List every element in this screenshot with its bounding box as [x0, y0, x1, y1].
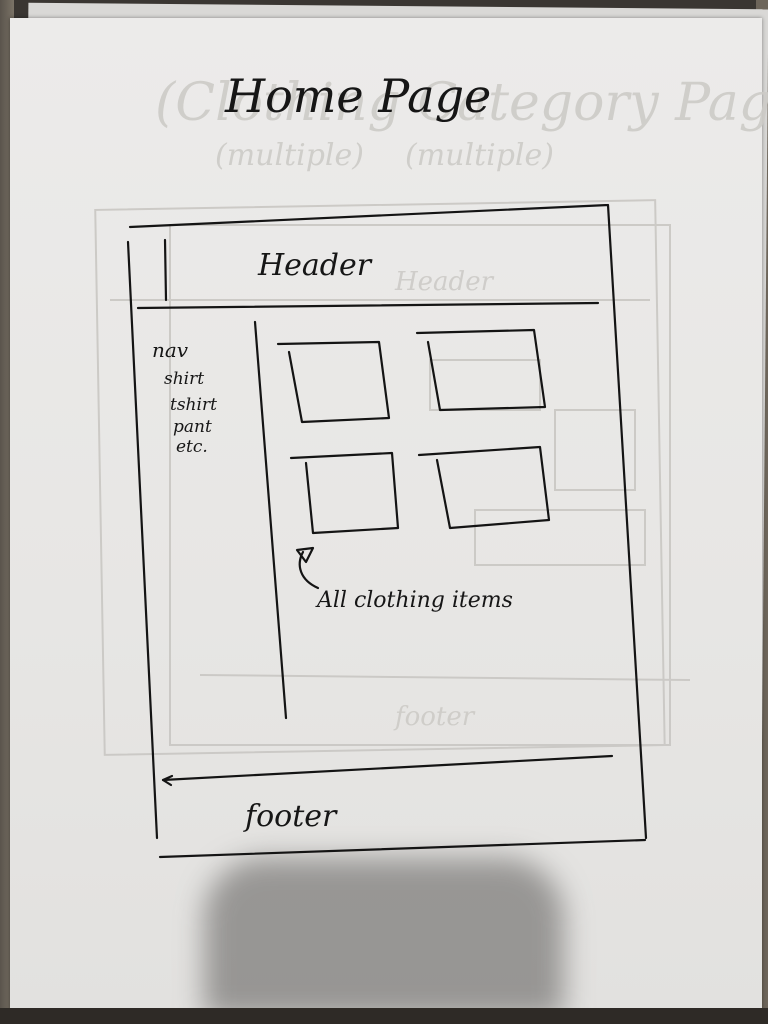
- svg-text:(multiple): (multiple): [215, 138, 364, 173]
- svg-text:Header: Header: [394, 267, 495, 297]
- header-inner-line: [163, 238, 168, 302]
- footer-label: footer: [243, 799, 338, 834]
- wireframe-sketch: (Clothing Category Page) (multiple) (mul…: [94, 69, 768, 859]
- sidebar-nav-list: nav shirt tshirt pant etc.: [152, 338, 217, 457]
- page-title: Home Page: [224, 69, 491, 123]
- product-card-2: [415, 328, 547, 412]
- annotation-arrow: [295, 546, 320, 590]
- product-card-1: [276, 340, 391, 424]
- sidebar-item-etc: etc.: [176, 437, 208, 457]
- sidebar-item-nav: nav: [152, 338, 189, 362]
- product-card-4: [417, 445, 551, 530]
- product-card-3: [289, 451, 400, 535]
- sidebar-divider: [253, 320, 288, 720]
- svg-text:footer: footer: [393, 702, 476, 732]
- annotation-text: All clothing items: [315, 588, 513, 613]
- svg-text:(multiple): (multiple): [405, 138, 554, 173]
- header-label: Header: [257, 248, 373, 283]
- sidebar-item-pant: pant: [173, 417, 212, 437]
- sidebar-item-shirt: shirt: [164, 369, 204, 389]
- grid-annotation: All clothing items: [295, 546, 513, 613]
- footer-divider: [161, 754, 614, 782]
- sidebar-item-tshirt: tshirt: [170, 395, 217, 415]
- header-divider: [136, 301, 600, 310]
